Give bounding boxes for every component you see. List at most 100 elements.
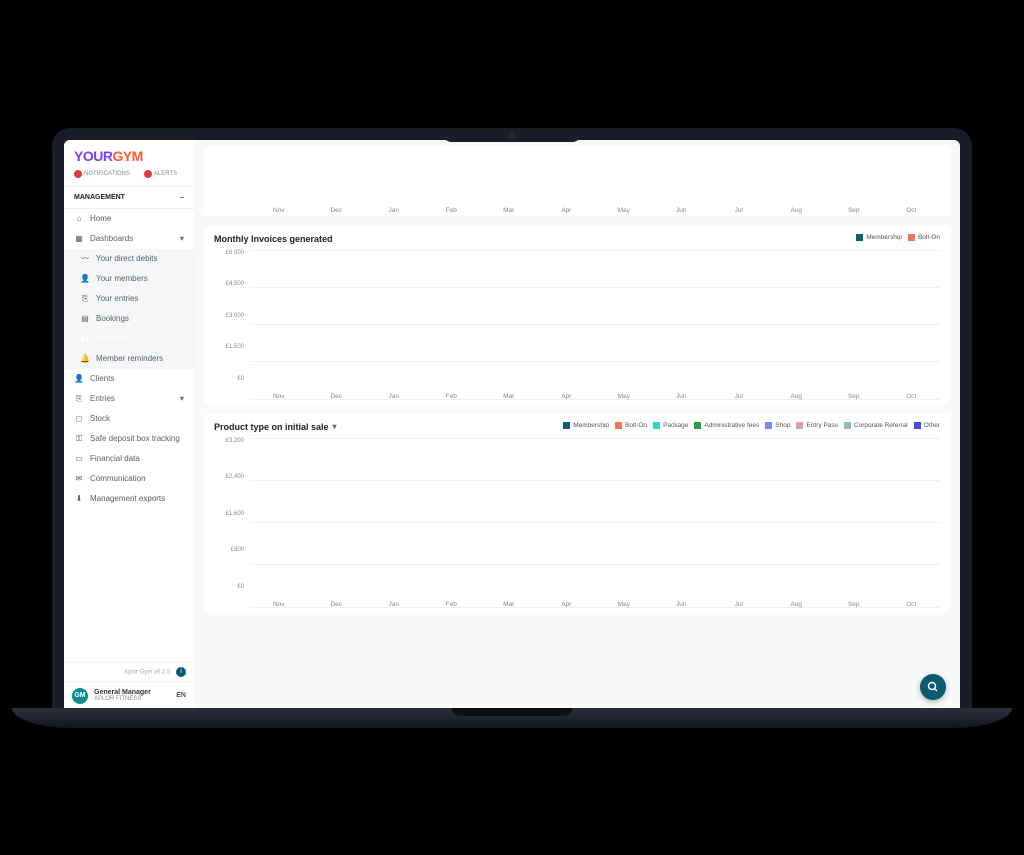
sidebar-item-communication[interactable]: ✉ Communication — [64, 469, 194, 489]
legend-item[interactable]: Membership — [563, 422, 609, 429]
x-tick: Apr — [538, 207, 596, 214]
x-tick: Nov — [250, 601, 308, 608]
x-tick: Jul — [710, 393, 768, 400]
legend-item[interactable]: Membership — [856, 234, 902, 241]
user-role: General Manager — [94, 689, 170, 696]
y-tick: £3,200 — [214, 438, 244, 444]
avatar: GM — [72, 688, 88, 704]
sidebar-item-stock[interactable]: ◻Stock — [64, 409, 194, 429]
key-icon: ⚿ — [74, 434, 84, 444]
legend-item[interactable]: Bolt-On — [615, 422, 647, 429]
sidebar-item-entries[interactable]: ⎘ Entries ▾ — [64, 389, 194, 409]
mail-icon: ✉ — [74, 474, 84, 484]
legend-item[interactable]: Other — [914, 422, 940, 429]
x-tick: Dec — [308, 207, 366, 214]
panel-monthly-invoices: Monthly Invoices generated MembershipBol… — [204, 226, 950, 404]
top-chart: NovDecJanFebMarAprMayJunJulAugSepOct — [214, 154, 940, 214]
x-tick: Aug — [768, 207, 826, 214]
legend-item[interactable]: Entry Pass — [796, 422, 837, 429]
sidebar-item-label: Financial — [96, 334, 128, 343]
sidebar-item-label: Communication — [90, 474, 146, 483]
sidebar-item-your-members[interactable]: 👤 Your members — [64, 269, 194, 289]
sidebar-item-label: Clients — [90, 374, 114, 383]
y-tick: £0 — [214, 584, 244, 590]
language-switch[interactable]: EN — [176, 692, 186, 699]
monthly-invoices-plot — [250, 250, 940, 400]
sidebar-item-label: Bookings — [96, 314, 129, 323]
bars-icon: ▮▮ — [80, 334, 90, 344]
product-type-y-axis: £3,200£2,400£1,600£800£0 — [214, 438, 248, 590]
product-type-chart: £3,200£2,400£1,600£800£0 NovDecJanFebMar… — [214, 438, 940, 608]
nav-list: ⌂Home▦Dashboards▾〰Your direct debits 👤 You… — [64, 209, 194, 662]
y-tick: £800 — [214, 547, 244, 553]
user-row[interactable]: GM General Manager XPLOR FITNESS EN — [64, 681, 194, 710]
x-tick: Feb — [423, 601, 481, 608]
laptop-base — [12, 708, 1012, 728]
x-tick: Jun — [653, 393, 711, 400]
notifications-link[interactable]: NOTIFICATIONS — [74, 170, 130, 178]
user-org: XPLOR FITNESS — [94, 696, 170, 702]
sidebar-item-label: Your entries — [96, 294, 138, 303]
info-icon[interactable]: i — [176, 667, 186, 677]
sidebar-item-management-exports[interactable]: ⬇Management exports — [64, 489, 194, 509]
x-tick: Apr — [538, 601, 596, 608]
legend-item[interactable]: Corporate Referral — [844, 422, 908, 429]
y-tick: £4,500 — [214, 281, 244, 287]
legend-item[interactable]: Administrative fees — [694, 422, 759, 429]
monthly-invoices-y-axis: £6,000£4,500£3,000£1,500£0 — [214, 250, 248, 382]
sidebar-item-label: Entries — [90, 394, 115, 403]
section-title: MANAGEMENT — [74, 194, 125, 201]
download-icon: ⬇ — [74, 494, 84, 504]
box-icon: ◻ — [74, 414, 84, 424]
person-icon: 👤 — [80, 274, 90, 284]
product-type-title[interactable]: Product type on initial sale ▾ — [214, 422, 337, 432]
sidebar-item-your-entries[interactable]: ⎘ Your entries — [64, 289, 194, 309]
sidebar-item-bookings[interactable]: ▤Bookings — [64, 309, 194, 329]
x-tick: Mar — [480, 601, 538, 608]
x-tick: Dec — [308, 601, 366, 608]
x-tick: Feb — [423, 393, 481, 400]
alerts-link[interactable]: ALERTS — [144, 170, 177, 178]
monthly-invoices-x-axis: NovDecJanFebMarAprMayJunJulAugSepOct — [250, 393, 940, 400]
legend-item[interactable]: Shop — [765, 422, 790, 429]
sidebar-item-clients[interactable]: 👤Clients — [64, 369, 194, 389]
line-icon: 〰 — [80, 254, 90, 264]
x-tick: Sep — [825, 393, 883, 400]
chevron-down-icon: ▾ — [180, 394, 184, 403]
x-tick: Aug — [768, 601, 826, 608]
collapse-icon: − — [179, 193, 184, 202]
legend-item[interactable]: Bolt-On — [908, 234, 940, 241]
laptop-notch — [442, 128, 582, 142]
search-fab[interactable] — [920, 674, 946, 700]
top-chart-plot — [250, 154, 940, 214]
x-tick: Mar — [480, 207, 538, 214]
door-icon: ⎘ — [74, 394, 84, 404]
x-tick: Jun — [653, 601, 711, 608]
sidebar-item-dashboards[interactable]: ▦Dashboards▾ — [64, 229, 194, 249]
brand-part1: YOUR — [74, 148, 112, 164]
x-tick: Apr — [538, 393, 596, 400]
sidebar-item-safe-deposit-box-tracking[interactable]: ⚿Safe deposit box tracking — [64, 429, 194, 449]
alert-badge-icon — [144, 170, 152, 178]
sidebar-item-member-reminders[interactable]: 🔔Member reminders — [64, 349, 194, 369]
doc-icon: ▭ — [74, 454, 84, 464]
door-icon: ⎘ — [80, 294, 90, 304]
version-label: Xplor Gym v6.2.5 — [124, 669, 170, 675]
y-tick: £2,400 — [214, 474, 244, 480]
sidebar-item-label: Your members — [96, 274, 148, 283]
sidebar-item-financial-data[interactable]: ▭Financial data — [64, 449, 194, 469]
x-tick: Jul — [710, 207, 768, 214]
version-footer: Xplor Gym v6.2.5 i — [64, 662, 194, 681]
panel-top-chart: NovDecJanFebMarAprMayJunJulAugSepOct — [204, 146, 950, 216]
x-tick: Jan — [365, 207, 423, 214]
sidebar-item-your-direct-debits[interactable]: 〰Your direct debits — [64, 249, 194, 269]
sidebar: YOURGYM NOTIFICATIONS ALERTS MANAGEMENT … — [64, 140, 194, 710]
sidebar-item-financial[interactable]: ▮▮ Financial — [64, 329, 194, 349]
x-tick: Jan — [365, 601, 423, 608]
sidebar-item-home[interactable]: ⌂Home — [64, 209, 194, 229]
brand-logo[interactable]: YOURGYM — [64, 140, 194, 168]
section-management[interactable]: MANAGEMENT − — [64, 186, 194, 209]
notification-badge-icon — [74, 170, 82, 178]
legend-item[interactable]: Package — [653, 422, 688, 429]
main-content: NovDecJanFebMarAprMayJunJulAugSepOct Mon… — [194, 140, 960, 710]
